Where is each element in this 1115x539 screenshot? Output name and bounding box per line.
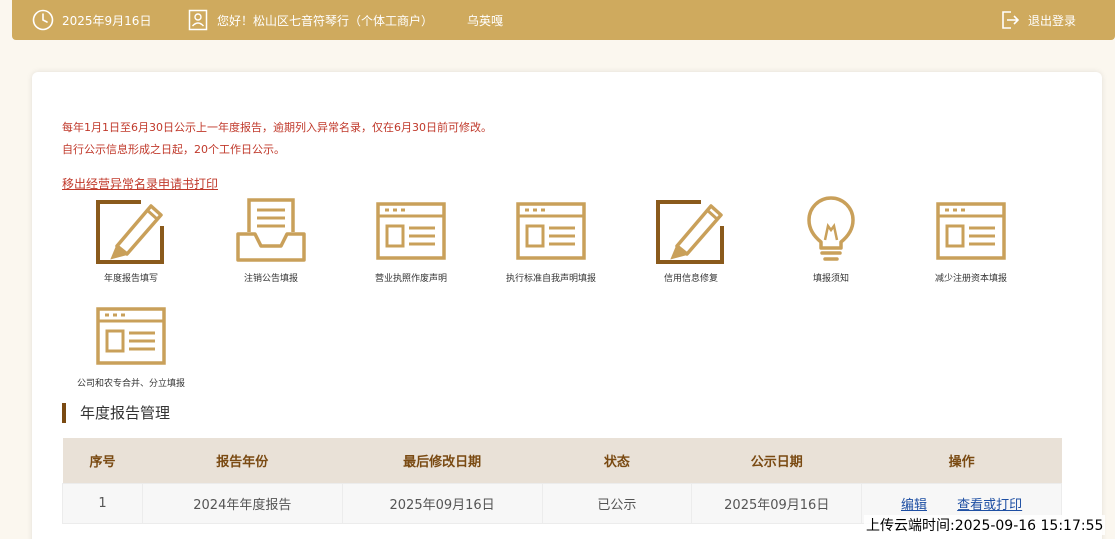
tile-license-void-statement[interactable]: 营业执照作废声明 xyxy=(341,196,481,292)
cell-last-modified: 2025年09月16日 xyxy=(341,482,543,524)
tile-label: 营业执照作废声明 xyxy=(374,274,447,284)
cell-status: 已公示 xyxy=(541,482,693,524)
cell-no: 1 xyxy=(62,482,143,524)
greeting-area: 您好！松山区七音符琴行（个体工商户） 乌英嘎 xyxy=(188,0,503,40)
cell-report-year: 2024年年度报告 xyxy=(141,482,343,524)
column-header: 公示日期 xyxy=(691,438,862,483)
remove-abnormal-list-link[interactable]: 移出经营异常名录申请书打印 xyxy=(62,175,218,192)
tile-label: 注销公告填报 xyxy=(243,274,298,284)
lightbulb-icon xyxy=(807,196,855,261)
tile-standard-self-declaration[interactable]: 执行标准自我声明填报 xyxy=(481,196,621,292)
top-bar: 2025年9月16日 您好！松山区七音符琴行（个体工商户） 乌英嘎 退出登录 xyxy=(12,0,1115,40)
main-card: 每年1月1日至6月30日公示上一年度报告，逾期列入异常名录，仅在6月30日前可修… xyxy=(32,72,1102,539)
form-window-icon xyxy=(516,202,586,260)
table-header-row: 序号 报告年份 最后修改日期 状态 公示日期 操作 xyxy=(62,438,1062,483)
user-name: 乌英嘎 xyxy=(467,13,504,28)
tile-label: 公司和农专合并、分立填报 xyxy=(76,379,185,389)
tile-label: 填报须知 xyxy=(812,274,849,284)
date-text: 2025年9月16日 xyxy=(62,13,152,28)
tile-capital-reduction[interactable]: 减少注册资本填报 xyxy=(901,196,1041,292)
tile-credit-repair[interactable]: 信用信息修复 xyxy=(621,196,761,292)
view-print-link[interactable]: 查看或打印 xyxy=(957,498,1022,513)
logout-label: 退出登录 xyxy=(1028,13,1077,28)
notice-line-1: 每年1月1日至6月30日公示上一年度报告，逾期列入异常名录，仅在6月30日前可修… xyxy=(62,121,492,134)
notice-line-2: 自行公示信息形成之日起，20个工作日公示。 xyxy=(62,143,285,156)
section-title: 年度报告管理 xyxy=(62,403,170,423)
cell-publish-date: 2025年09月16日 xyxy=(691,482,863,524)
date-display: 2025年9月16日 xyxy=(32,0,151,40)
inbox-tray-icon xyxy=(236,198,306,262)
column-header: 最后修改日期 xyxy=(342,438,542,483)
column-header: 操作 xyxy=(861,438,1062,483)
form-window-icon xyxy=(936,202,1006,260)
logout-button[interactable]: 退出登录 xyxy=(1000,0,1076,40)
tile-filing-notice[interactable]: 填报须知 xyxy=(761,196,901,292)
tile-cancellation-notice[interactable]: 注销公告填报 xyxy=(201,196,341,292)
clock-icon xyxy=(32,9,54,31)
tile-annual-report[interactable]: 年度报告填写 xyxy=(61,196,201,292)
edit-icon xyxy=(96,200,164,264)
form-window-icon xyxy=(376,202,446,260)
greeting-text: 您好！松山区七音符琴行（个体工商户） xyxy=(217,13,434,28)
logout-icon xyxy=(1002,11,1019,29)
tile-label: 执行标准自我声明填报 xyxy=(505,274,596,284)
form-window-icon xyxy=(96,307,166,365)
column-header: 序号 xyxy=(62,438,143,483)
edit-icon xyxy=(656,200,724,264)
annual-report-table: 序号 报告年份 最后修改日期 状态 公示日期 操作 1 2024年年度报告 20… xyxy=(62,438,1062,524)
column-header: 报告年份 xyxy=(142,438,343,483)
tile-label: 信用信息修复 xyxy=(663,274,718,284)
tile-label: 减少注册资本填报 xyxy=(934,274,1007,284)
edit-link[interactable]: 编辑 xyxy=(901,498,927,513)
tile-label: 年度报告填写 xyxy=(103,274,158,284)
column-header: 状态 xyxy=(542,438,692,483)
tile-merger-division[interactable]: 公司和农专合并、分立填报 xyxy=(61,301,201,397)
upload-timestamp: 上传云端时间:2025-09-16 15:17:55 xyxy=(864,515,1106,535)
user-card-icon xyxy=(188,9,208,31)
